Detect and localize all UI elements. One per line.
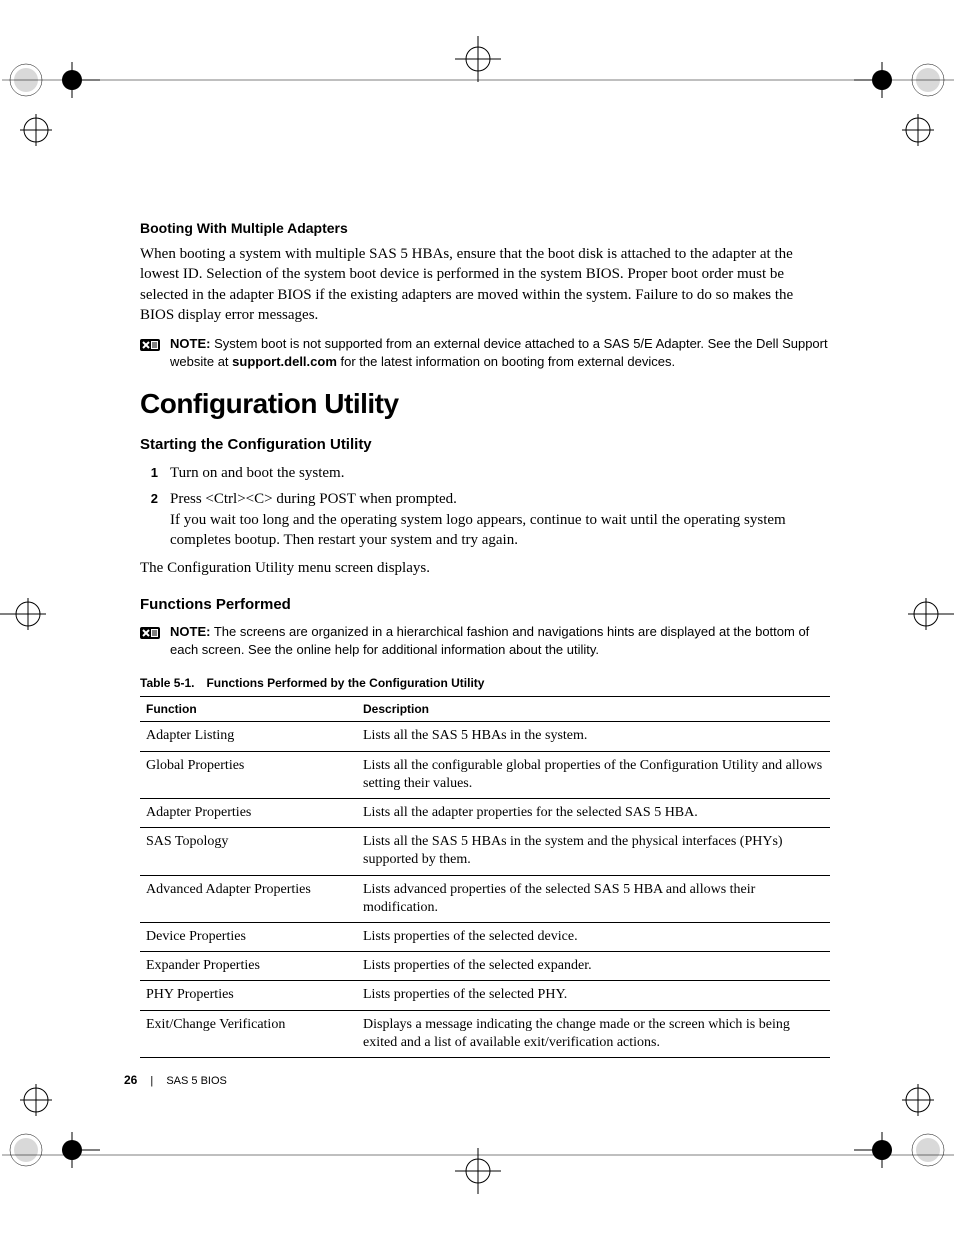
step-text: Turn on and boot the system.: [170, 463, 344, 483]
heading-starting: Starting the Configuration Utility: [140, 436, 830, 453]
reg-mark: [8, 1132, 100, 1173]
cell-function: Device Properties: [140, 922, 357, 951]
note-block: NOTE: System boot is not supported from …: [140, 335, 830, 370]
note-label: NOTE:: [170, 624, 210, 639]
reg-mark: [900, 112, 936, 153]
reg-mark: [900, 1082, 936, 1123]
note-icon: [140, 625, 160, 641]
page-content: Booting With Multiple Adapters When boot…: [140, 220, 830, 1058]
step-line2: If you wait too long and the operating s…: [170, 512, 786, 548]
cell-description: Lists all the SAS 5 HBAs in the system.: [357, 722, 830, 751]
cell-description: Lists properties of the selected device.: [357, 922, 830, 951]
cell-function: Advanced Adapter Properties: [140, 875, 357, 922]
table-row: Exit/Change VerificationDisplays a messa…: [140, 1010, 830, 1057]
cell-description: Lists properties of the selected expande…: [357, 952, 830, 981]
table-row: Global PropertiesLists all the configura…: [140, 751, 830, 798]
reg-mark: [18, 1082, 54, 1123]
note-body: The screens are organized in a hierarchi…: [170, 624, 809, 657]
note-block: NOTE: The screens are organized in a hie…: [140, 623, 830, 658]
step-number: 1: [140, 463, 158, 483]
note-icon: [140, 337, 160, 353]
steps-list: 1 Turn on and boot the system. 2 Press <…: [140, 463, 830, 550]
table-row: Device PropertiesLists properties of the…: [140, 922, 830, 951]
heading-functions: Functions Performed: [140, 596, 830, 613]
cell-function: Adapter Listing: [140, 722, 357, 751]
note-text: NOTE: System boot is not supported from …: [170, 335, 830, 370]
reg-mark: [854, 62, 946, 103]
reg-mark: [908, 596, 954, 637]
heading-booting: Booting With Multiple Adapters: [140, 220, 830, 236]
footer-separator: |: [150, 1075, 153, 1087]
cell-description: Lists advanced properties of the selecte…: [357, 875, 830, 922]
cell-description: Displays a message indicating the change…: [357, 1010, 830, 1057]
table-row: Advanced Adapter PropertiesLists advance…: [140, 875, 830, 922]
step-item: 1 Turn on and boot the system.: [140, 463, 830, 483]
reg-mark: [0, 596, 46, 637]
reg-mark: [455, 36, 501, 87]
cell-description: Lists all the adapter properties for the…: [357, 799, 830, 828]
heading-config-utility: Configuration Utility: [140, 388, 830, 420]
table-row: Adapter PropertiesLists all the adapter …: [140, 799, 830, 828]
note-label: NOTE:: [170, 336, 210, 351]
step-number: 2: [140, 489, 158, 509]
reg-mark: [854, 1132, 946, 1173]
step-text: Press <Ctrl><C> during POST when prompte…: [170, 489, 830, 550]
table-row: Expander PropertiesLists properties of t…: [140, 952, 830, 981]
reg-mark: [18, 112, 54, 153]
functions-table: Function Description Adapter ListingList…: [140, 696, 830, 1057]
cell-function: Global Properties: [140, 751, 357, 798]
cell-description: Lists properties of the selected PHY.: [357, 981, 830, 1010]
table-row: SAS TopologyLists all the SAS 5 HBAs in …: [140, 828, 830, 875]
cell-function: Expander Properties: [140, 952, 357, 981]
table-row: Adapter ListingLists all the SAS 5 HBAs …: [140, 722, 830, 751]
cell-description: Lists all the configurable global proper…: [357, 751, 830, 798]
cell-function: Adapter Properties: [140, 799, 357, 828]
table-row: PHY PropertiesLists properties of the se…: [140, 981, 830, 1010]
cell-function: Exit/Change Verification: [140, 1010, 357, 1057]
reg-mark: [455, 1148, 501, 1199]
col-function: Function: [140, 697, 357, 722]
note-body-b: for the latest information on booting fr…: [337, 354, 675, 369]
col-description: Description: [357, 697, 830, 722]
cell-description: Lists all the SAS 5 HBAs in the system a…: [357, 828, 830, 875]
footer-section: SAS 5 BIOS: [166, 1075, 227, 1087]
paragraph-booting: When booting a system with multiple SAS …: [140, 244, 830, 325]
cell-function: PHY Properties: [140, 981, 357, 1010]
paragraph-after-steps: The Configuration Utility menu screen di…: [140, 558, 830, 578]
page-number: 26: [124, 1073, 137, 1087]
reg-mark: [8, 62, 100, 103]
step-item: 2 Press <Ctrl><C> during POST when promp…: [140, 489, 830, 550]
note-text: NOTE: The screens are organized in a hie…: [170, 623, 830, 658]
note-site: support.dell.com: [232, 354, 337, 369]
page-footer: 26 | SAS 5 BIOS: [124, 1073, 227, 1087]
table-caption: Table 5-1. Functions Performed by the Co…: [140, 676, 830, 690]
step-line1: Press <Ctrl><C> during POST when prompte…: [170, 491, 457, 507]
cell-function: SAS Topology: [140, 828, 357, 875]
